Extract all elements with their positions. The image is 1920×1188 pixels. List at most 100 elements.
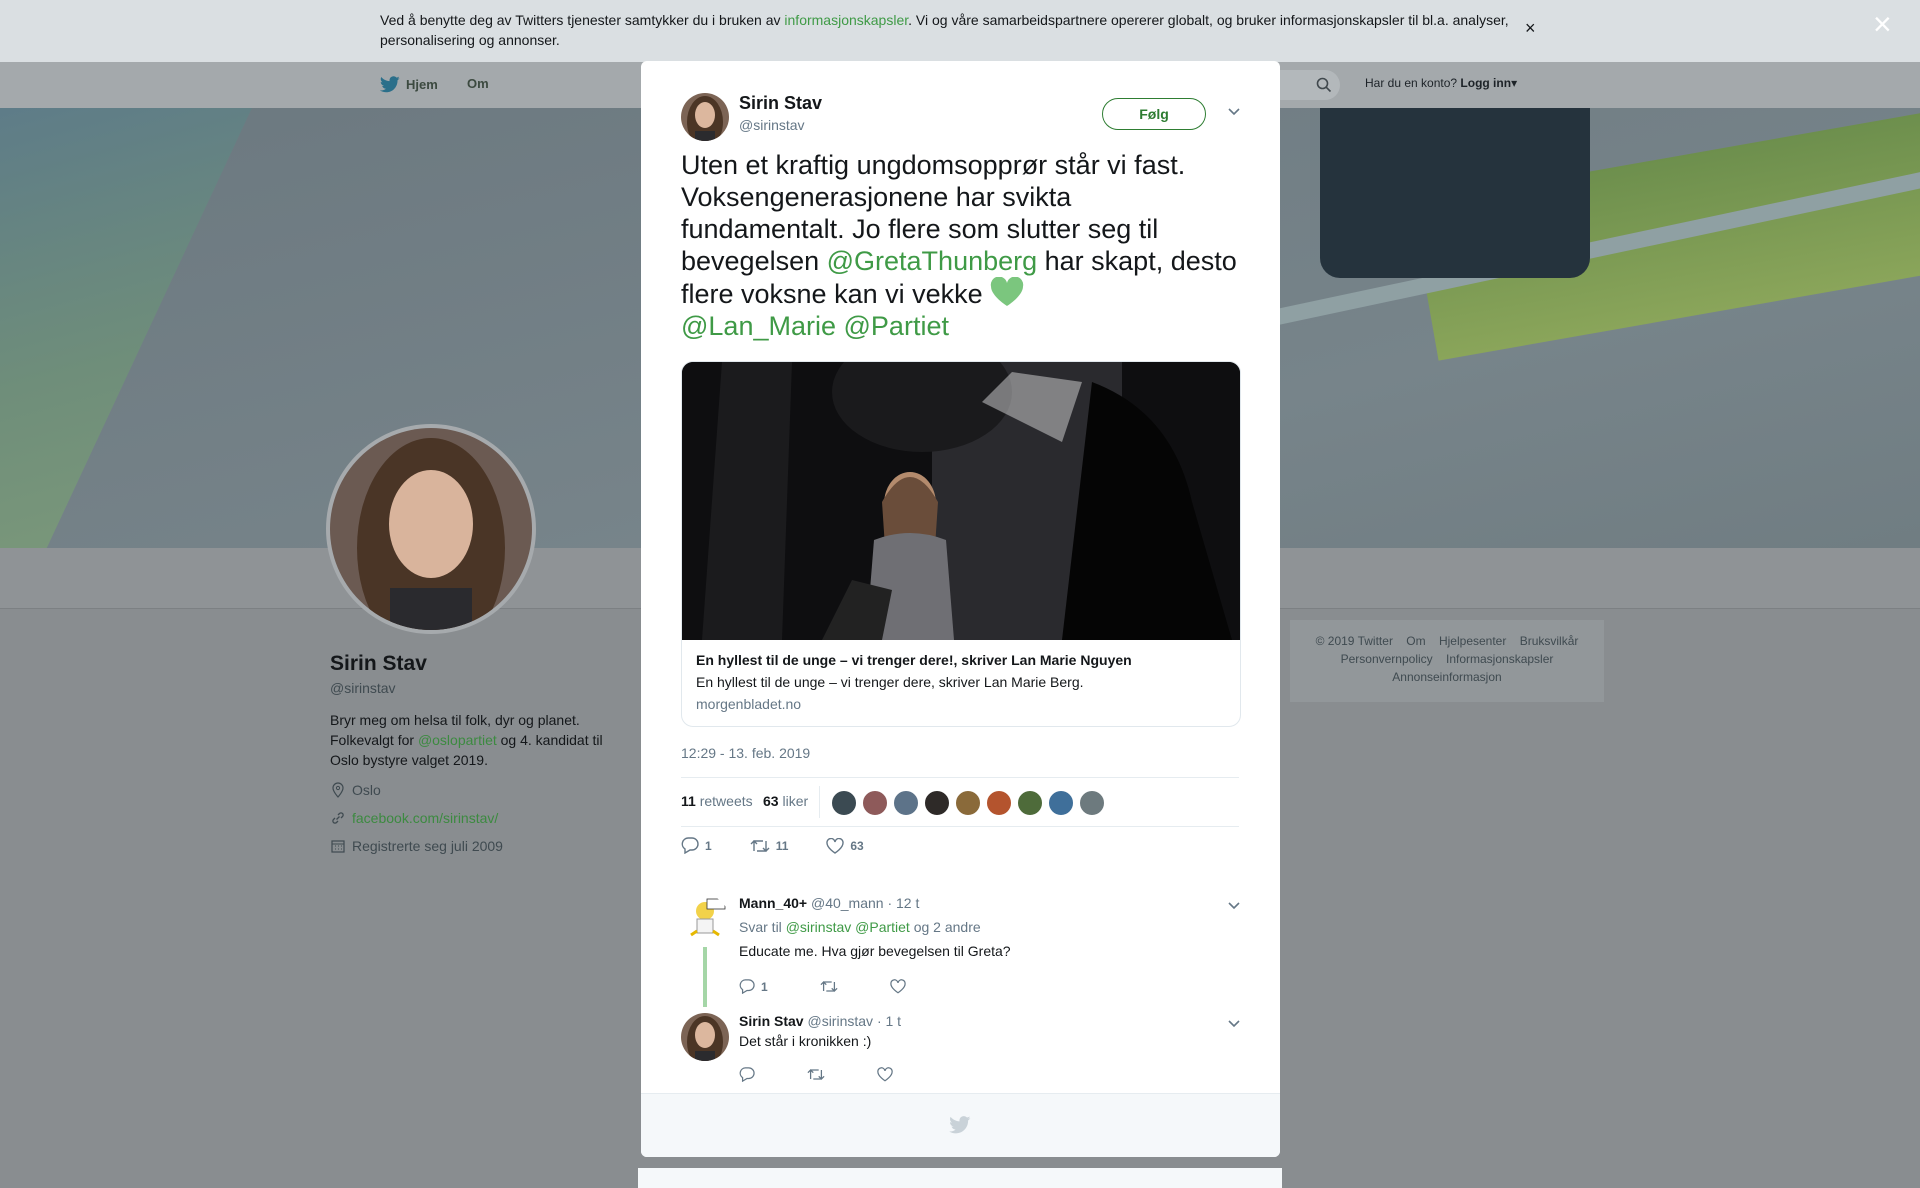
- profile-website-link[interactable]: facebook.com/sirinstav/: [352, 810, 498, 826]
- likers-avatar-list: [831, 790, 1105, 816]
- profile-avatar[interactable]: [326, 424, 536, 634]
- footer-link-about[interactable]: Om: [1406, 634, 1425, 648]
- liker-avatar[interactable]: [924, 790, 950, 816]
- reply-text: Educate me. Hva gjør bevegelsen til Gret…: [739, 943, 1011, 959]
- liker-avatar[interactable]: [955, 790, 981, 816]
- mention-partiet-link[interactable]: @Partiet: [844, 311, 949, 341]
- retweet-button[interactable]: [807, 1067, 825, 1082]
- nav-home-link[interactable]: Hjem: [380, 76, 438, 93]
- link-preview-description: En hyllest til de unge – vi trenger dere…: [696, 674, 1084, 690]
- chevron-down-icon[interactable]: [1227, 1019, 1241, 1029]
- liker-avatar[interactable]: [986, 790, 1012, 816]
- modal-footer: [641, 1093, 1280, 1157]
- liker-avatar[interactable]: [862, 790, 888, 816]
- twitter-bird-icon: [380, 76, 400, 93]
- retweet-button[interactable]: 11: [750, 838, 788, 854]
- profile-handle: @sirinstav: [330, 680, 396, 696]
- profile-joined-date: Registrerte seg juli 2009: [330, 838, 503, 854]
- close-overlay-button[interactable]: ×: [1873, 8, 1892, 40]
- profile-name: Sirin Stav: [330, 652, 427, 675]
- reply-header: Mann_40+ @40_mann · 12 t: [739, 895, 919, 911]
- link-preview-card[interactable]: En hyllest til de unge – vi trenger dere…: [681, 361, 1241, 727]
- location-pin-icon: [332, 782, 344, 798]
- liker-avatar[interactable]: [831, 790, 857, 816]
- reply-author-name[interactable]: Sirin Stav: [739, 1013, 804, 1029]
- like-button[interactable]: [877, 1067, 893, 1082]
- reply-to-mention-link[interactable]: @sirinstav: [786, 919, 852, 935]
- profile-location: Oslo: [330, 782, 381, 798]
- reply-icon: [739, 1067, 755, 1082]
- tweet-author-name[interactable]: Sirin Stav: [739, 93, 822, 114]
- link-preview-title: En hyllest til de unge – vi trenger dere…: [696, 652, 1132, 668]
- heart-icon: [889, 979, 906, 994]
- mention-lan-marie-link[interactable]: @Lan_Marie: [681, 311, 836, 341]
- tweet-text: Uten et kraftig ungdomsopprør står vi fa…: [681, 150, 1237, 341]
- reply-author-handle[interactable]: @40_mann: [811, 895, 884, 911]
- profile-bio: Bryr meg om helsa til folk, dyr og plane…: [330, 712, 603, 768]
- like-button[interactable]: 63: [826, 837, 864, 854]
- retweet-icon: [750, 839, 770, 852]
- likes-stat[interactable]: 63 liker: [763, 793, 808, 809]
- profile-website: facebook.com/sirinstav/: [330, 810, 498, 826]
- retweet-icon: [807, 1069, 825, 1080]
- footer-link-privacy[interactable]: Personvernpolicy: [1341, 652, 1433, 666]
- reply-time[interactable]: · 12 t: [887, 895, 919, 911]
- reply-author-handle[interactable]: @sirinstav: [807, 1013, 873, 1029]
- reply-icon: [739, 979, 755, 994]
- reply-button[interactable]: 1: [739, 979, 768, 994]
- cookie-consent-text: Ved å benytte deg av Twitters tjenester …: [380, 12, 1509, 48]
- heart-icon: [826, 837, 845, 854]
- retweet-button[interactable]: [820, 979, 838, 994]
- replying-to: Svar til @sirinstav @Partiet og 2 andre: [739, 919, 981, 935]
- mention-greta-link[interactable]: @GretaThunberg: [827, 246, 1038, 276]
- reply-time[interactable]: · 1 t: [877, 1013, 901, 1029]
- reply-button[interactable]: [739, 1067, 755, 1082]
- nav-home-label: Hjem: [406, 77, 438, 92]
- liker-avatar[interactable]: [1079, 790, 1105, 816]
- reply-actions: [739, 1067, 945, 1082]
- bio-mention-link[interactable]: @oslopartiet: [418, 732, 497, 748]
- footer-link-terms[interactable]: Bruksvilkår: [1520, 634, 1579, 648]
- retweet-icon: [820, 981, 838, 992]
- retweets-stat[interactable]: 11 retweets: [681, 793, 753, 809]
- liker-avatar[interactable]: [893, 790, 919, 816]
- liker-avatar[interactable]: [1017, 790, 1043, 816]
- tweet-modal: Sirin Stav @sirinstav Følg Uten et kraft…: [641, 61, 1280, 1157]
- search-icon[interactable]: [1316, 77, 1332, 93]
- footer-link-help[interactable]: Hjelpesenter: [1439, 634, 1506, 648]
- tweet-stats: 11 retweets 63 liker: [681, 777, 1239, 827]
- chevron-down-icon[interactable]: [1227, 901, 1241, 911]
- footer-link-cookies[interactable]: Informasjonskapsler: [1446, 652, 1553, 666]
- chevron-down-icon[interactable]: [1227, 107, 1241, 117]
- like-button[interactable]: [889, 979, 906, 994]
- reply-author-name[interactable]: Mann_40+: [739, 895, 807, 911]
- link-preview-image: [682, 362, 1240, 640]
- tweet-timestamp[interactable]: 12:29 - 13. feb. 2019: [681, 745, 810, 761]
- nav-about-link[interactable]: Om: [467, 76, 489, 91]
- cookie-close-button[interactable]: ×: [1525, 18, 1536, 39]
- reply-author-avatar[interactable]: [681, 1013, 729, 1061]
- reply-text: Det står i kronikken :): [739, 1033, 872, 1049]
- liker-avatar[interactable]: [1048, 790, 1074, 816]
- login-link[interactable]: Logg inn: [1460, 76, 1511, 90]
- avatar-image: [681, 93, 729, 141]
- tweet-actions: 1 11 63: [681, 837, 902, 854]
- tweet-author-avatar[interactable]: [681, 93, 729, 141]
- reply-to-mention-link[interactable]: @Partiet: [855, 919, 910, 935]
- link-preview-domain: morgenbladet.no: [696, 696, 802, 712]
- timeline-peek: [638, 1168, 1282, 1188]
- reply-header: Sirin Stav @sirinstav · 1 t: [739, 1013, 901, 1029]
- reply-tweet: Mann_40+ @40_mann · 12 t Svar til @sirin…: [681, 895, 1241, 1010]
- twitter-bird-icon: [949, 1116, 971, 1134]
- footer-link-ads-info[interactable]: Annonseinformasjon: [1392, 670, 1501, 684]
- follow-button[interactable]: Følg: [1102, 98, 1206, 130]
- footer-links-card: © 2019 Twitter Om Hjelpesenter Bruksvilk…: [1290, 620, 1604, 702]
- reply-button[interactable]: 1: [681, 837, 712, 854]
- footer-link-copyright: © 2019 Twitter: [1315, 634, 1393, 648]
- cookie-consent-bar: Ved å benytte deg av Twitters tjenester …: [0, 0, 1920, 62]
- reply-tweet: Sirin Stav @sirinstav · 1 t Det står i k…: [681, 1013, 1241, 1093]
- tweet-author-handle[interactable]: @sirinstav: [739, 117, 805, 133]
- cookie-policy-link[interactable]: informasjonskapsler: [784, 12, 908, 28]
- green-heart-emoji-icon: [990, 276, 1024, 306]
- reply-author-avatar[interactable]: [681, 895, 729, 943]
